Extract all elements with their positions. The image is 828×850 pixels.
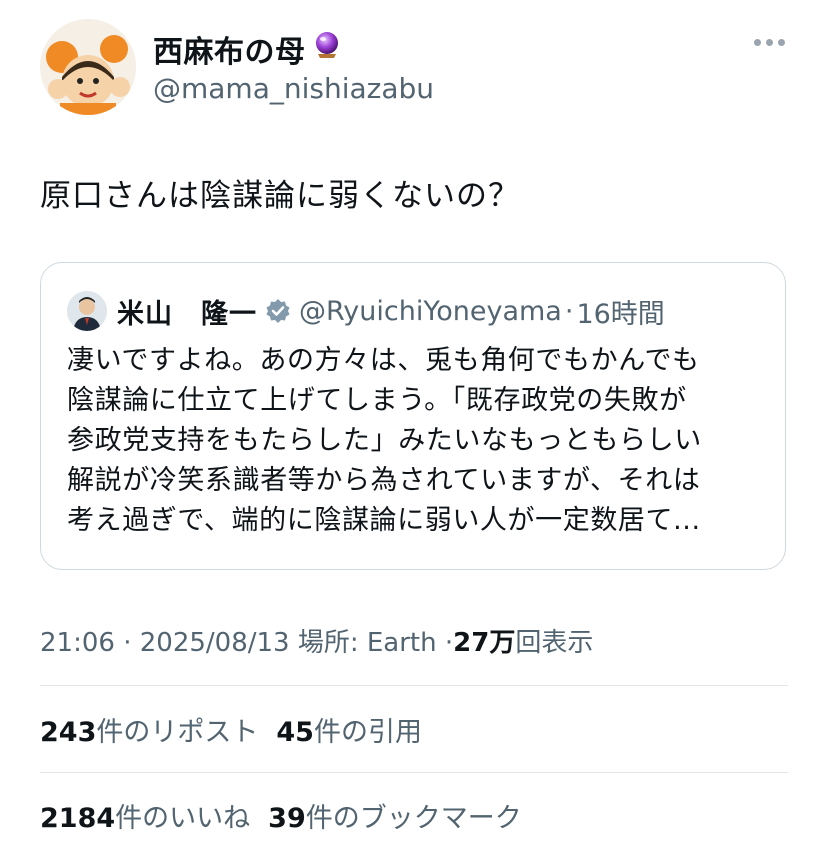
quoted-author-name[interactable]: 米山 隆一 bbox=[117, 292, 257, 331]
author-handle[interactable]: @mama_nishiazabu bbox=[153, 72, 434, 105]
bookmarks-count: 39 bbox=[268, 803, 306, 834]
likes-stat[interactable]: 2184件のいいね bbox=[40, 803, 250, 834]
verified-badge-icon bbox=[265, 298, 291, 324]
divider bbox=[40, 772, 788, 773]
more-icon[interactable] bbox=[754, 32, 788, 52]
quoted-tweet-time[interactable]: 16時間 bbox=[576, 292, 664, 331]
author-avatar[interactable] bbox=[40, 19, 136, 115]
likes-count: 2184 bbox=[40, 803, 116, 834]
tweet-time[interactable]: 21:06 bbox=[40, 628, 115, 658]
quoted-tweet-text: 凄いですよね。あの方々は、兎も角何でもかんでも 陰謀論に仕立て上げてしまう。「既… bbox=[67, 345, 702, 536]
quotes-stat[interactable]: 45件の引用 bbox=[276, 717, 422, 748]
quoted-tweet-header: 米山 隆一 @RyuichiYoneyama · 16時間 bbox=[67, 291, 665, 331]
dot-separator: · bbox=[123, 628, 132, 658]
author-name[interactable]: 西麻布の母 bbox=[153, 27, 342, 71]
views-count: 27万 bbox=[453, 628, 516, 658]
engagement-row-likes: 2184件のいいね 39件のブックマーク bbox=[40, 796, 522, 835]
views-label: 回表示 bbox=[515, 628, 594, 658]
reposts-count: 243 bbox=[40, 717, 97, 748]
reposts-stat[interactable]: 243件のリポスト bbox=[40, 717, 258, 748]
dot-separator: · bbox=[444, 628, 454, 658]
quoted-tweet-card[interactable]: 米山 隆一 @RyuichiYoneyama · 16時間 凄いですよね。あの方… bbox=[40, 262, 786, 570]
tweet-text: 原口さんは陰謀論に弱くないの？ bbox=[40, 178, 520, 214]
divider bbox=[40, 685, 788, 686]
quoted-author-avatar[interactable] bbox=[67, 291, 107, 331]
dot-separator: · bbox=[564, 295, 574, 327]
display-name-text: 西麻布の母 bbox=[153, 35, 306, 70]
tweet-meta: 21:06 · 2025/08/13 場所: Earth ·27万回表示 bbox=[40, 622, 593, 659]
likes-label: 件のいいね bbox=[115, 803, 251, 834]
reposts-label: 件のリポスト bbox=[96, 717, 259, 748]
tweet-date[interactable]: 2025/08/13 bbox=[140, 628, 290, 658]
quoted-author-handle[interactable]: @RyuichiYoneyama bbox=[299, 296, 562, 327]
crystal-ball-emoji bbox=[312, 30, 342, 68]
bookmarks-stat[interactable]: 39件のブックマーク bbox=[268, 803, 522, 834]
quotes-label: 件の引用 bbox=[313, 717, 422, 748]
bookmarks-label: 件のブックマーク bbox=[305, 803, 522, 834]
quotes-count: 45 bbox=[276, 717, 314, 748]
engagement-row-reposts: 243件のリポスト 45件の引用 bbox=[40, 710, 422, 749]
tweet-location: 場所: Earth bbox=[297, 628, 437, 658]
